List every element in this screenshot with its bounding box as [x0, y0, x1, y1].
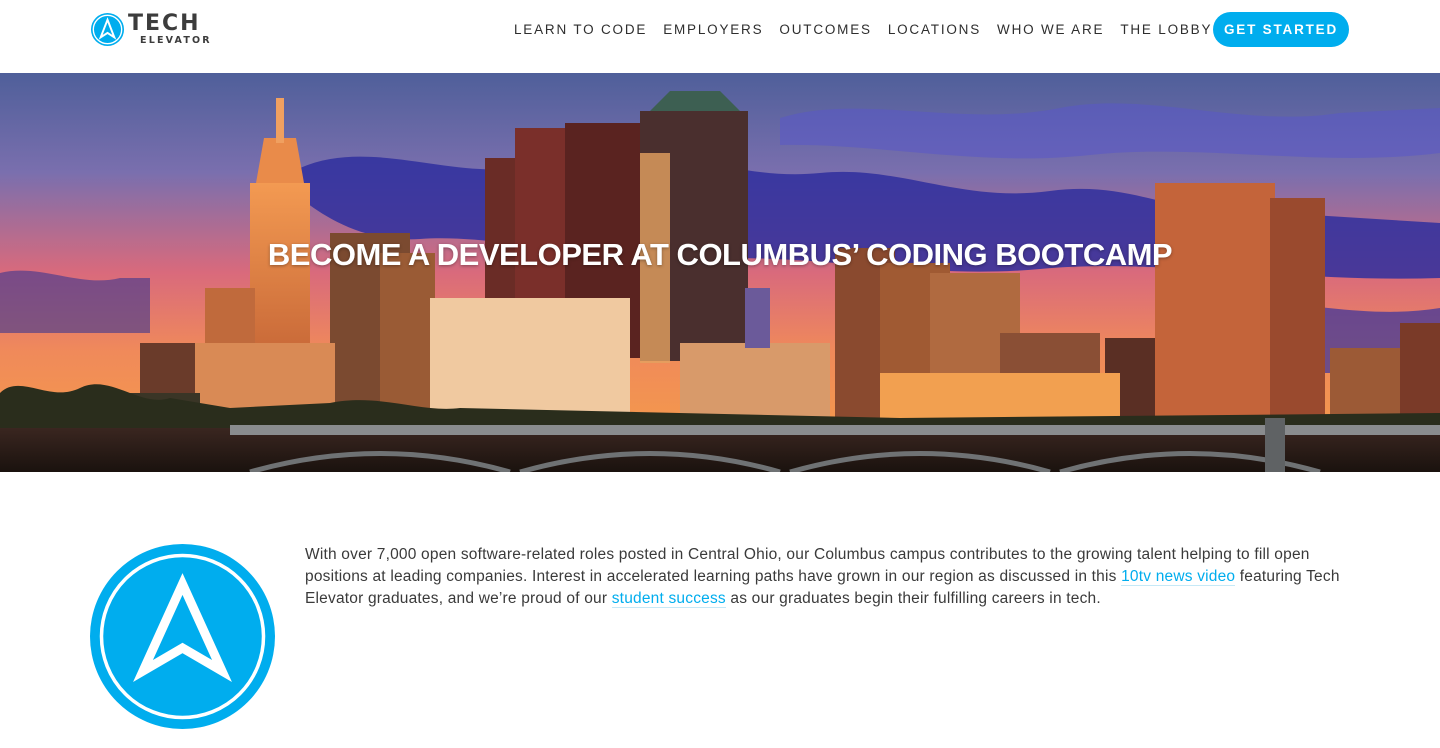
main-nav: LEARN TO CODE EMPLOYERS OUTCOMES LOCATIO…: [514, 12, 1228, 47]
nav-learn-to-code[interactable]: LEARN TO CODE: [514, 22, 647, 37]
hero-title: BECOME A DEVELOPER AT COLUMBUS’ CODING B…: [267, 237, 1173, 272]
nav-the-lobby[interactable]: THE LOBBY: [1120, 22, 1212, 37]
nav-outcomes[interactable]: OUTCOMES: [779, 22, 871, 37]
nav-locations[interactable]: LOCATIONS: [888, 22, 981, 37]
intro-text-part3: as our graduates begin their fulfilling …: [725, 590, 1101, 607]
logo-name-line2: ELEVATOR: [140, 35, 212, 47]
logo-name-line1: TECH: [128, 11, 201, 37]
hero-banner: BECOME A DEVELOPER AT COLUMBUS’ CODING B…: [0, 73, 1440, 472]
get-started-button[interactable]: GET STARTED: [1213, 12, 1349, 47]
logo-link[interactable]: TECH ELEVATOR: [90, 12, 212, 47]
tech-elevator-arrow-icon: [90, 12, 125, 47]
logo-wordmark: TECH ELEVATOR: [128, 13, 212, 46]
nav-who-we-are[interactable]: WHO WE ARE: [997, 22, 1104, 37]
tech-elevator-badge-icon: [90, 544, 275, 729]
news-video-link[interactable]: 10tv news video: [1121, 568, 1236, 586]
student-success-link[interactable]: student success: [611, 590, 726, 608]
site-header: TECH ELEVATOR LEARN TO CODE EMPLOYERS OU…: [0, 0, 1440, 73]
nav-employers[interactable]: EMPLOYERS: [663, 22, 763, 37]
intro-paragraph: With over 7,000 open software-related ro…: [305, 544, 1355, 610]
